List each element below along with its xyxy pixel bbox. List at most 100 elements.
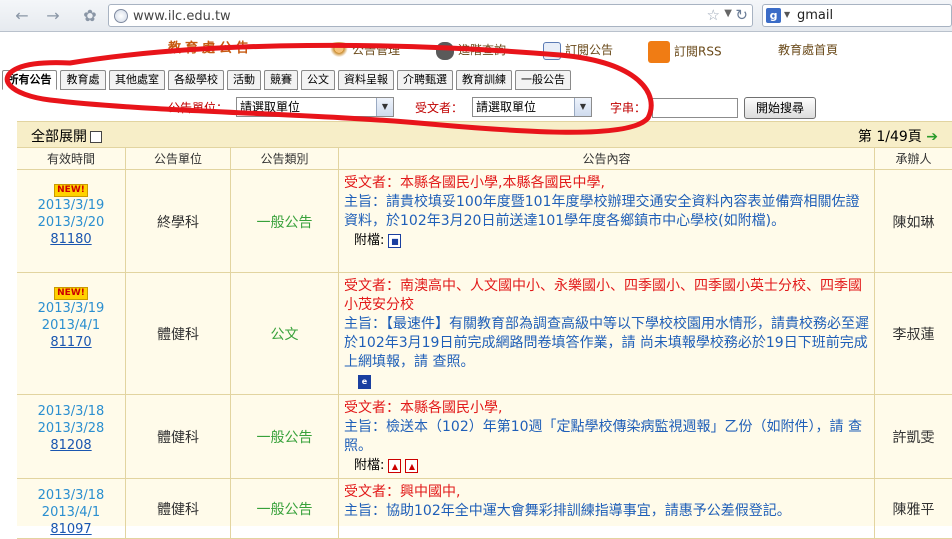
- nav-subscribe[interactable]: 訂閱公告: [543, 41, 613, 60]
- handler-cell: 陳雅平: [892, 502, 935, 518]
- forward-arrow-icon[interactable]: →: [43, 6, 63, 26]
- receiver-text: 受文者：興中國中,: [344, 484, 461, 500]
- announcement-id-link[interactable]: 81170: [50, 335, 91, 350]
- column-content: 公告內容: [339, 148, 875, 170]
- attachment-label: 附檔:: [354, 233, 385, 248]
- expand-all-label: 全部展開: [31, 129, 87, 145]
- category-cell: 公文: [231, 273, 339, 394]
- browser-search-text: gmail: [797, 8, 834, 23]
- search-engine-icon[interactable]: g: [766, 8, 781, 23]
- expand-all-checkbox[interactable]: [90, 131, 102, 143]
- doc-file-icon[interactable]: e: [358, 374, 371, 389]
- column-handler: 承辦人: [895, 152, 932, 166]
- unit-cell: 終學科: [126, 170, 231, 272]
- search-engine-dropdown-icon[interactable]: ▼: [784, 10, 790, 19]
- unit-label: 公告單位：: [168, 101, 229, 115]
- back-arrow-icon[interactable]: ←: [12, 6, 32, 26]
- start-search-button[interactable]: 開始搜尋: [744, 97, 816, 119]
- person-icon: [330, 41, 348, 60]
- globe-icon: [114, 9, 128, 23]
- site-header: 教育處公告 公告管理 進階查詢 訂閱公告 訂閱RSS 教育處首頁: [0, 33, 952, 71]
- tab-schools[interactable]: 各級學校: [168, 70, 224, 90]
- attachments: 附檔: ■: [344, 231, 870, 250]
- tab-data-reports[interactable]: 資料呈報: [338, 70, 394, 90]
- url-text: www.ilc.edu.tw: [133, 9, 231, 24]
- start-date: 2013/3/19: [37, 198, 105, 213]
- content-cell[interactable]: 受文者：本縣各國民小學,本縣各國民中學, 主旨：請貴校填妥100年度暨101年度學…: [339, 170, 875, 272]
- unit-select-value: 請選取單位: [240, 100, 301, 114]
- subject-text[interactable]: 主旨：請貴校填妥100年度暨101年度學校辦理交通安全資料內容表並備齊相關佐證資…: [344, 193, 870, 231]
- tab-education[interactable]: 教育處: [60, 70, 106, 90]
- valid-time-cell: NEW! 2013/3/19 2013/4/1 81170: [17, 273, 126, 394]
- nav-label: 公告管理: [352, 43, 401, 57]
- end-date: 2013/4/1: [41, 505, 101, 520]
- valid-time-cell: 2013/3/18 2013/4/1 81097: [17, 479, 126, 538]
- end-date: 2013/3/20: [37, 215, 105, 230]
- column-headers: 有效時間 公告單位 公告類別 公告內容 承辦人: [17, 148, 952, 170]
- address-bar[interactable]: www.ilc.edu.tw ☆ ▼ ↻: [108, 4, 753, 27]
- receiver-text: 受文者：本縣各國民小學,本縣各國民中學,: [344, 175, 605, 191]
- column-valid-time: 有效時間: [17, 148, 126, 170]
- browser-search-box[interactable]: g ▼ gmail: [762, 4, 952, 27]
- odt-file-icon[interactable]: ■: [388, 233, 402, 248]
- tab-recruitment[interactable]: 介聘甄選: [397, 70, 453, 90]
- unit-cell: 體健科: [126, 479, 231, 538]
- announcement-id-link[interactable]: 81097: [50, 522, 91, 537]
- browser-toolbar: ← → ✿ www.ilc.edu.tw ☆ ▼ ↻ g ▼ gmail: [0, 0, 952, 32]
- expand-all-toggle[interactable]: 全部展開: [31, 126, 102, 146]
- tab-other-offices[interactable]: 其他處室: [109, 70, 165, 90]
- tab-competitions[interactable]: 競賽: [264, 70, 298, 90]
- checklist-icon: [543, 41, 561, 60]
- table-row: NEW! 2013/3/19 2013/4/1 81170 體健科 公文 受文者：南澳高中、…: [17, 273, 952, 395]
- receiver-select[interactable]: 請選取單位 ▼: [472, 97, 592, 117]
- extension-icon[interactable]: ✿: [80, 6, 100, 26]
- attachments: e: [344, 372, 870, 391]
- nav-announcement-admin[interactable]: 公告管理: [330, 41, 400, 60]
- chevron-down-icon: ▼: [376, 98, 393, 116]
- bookmark-star-icon[interactable]: ☆: [707, 6, 720, 24]
- reload-icon[interactable]: ↻: [735, 6, 748, 24]
- nav-education-home[interactable]: 教育處首頁: [778, 41, 838, 58]
- history-dropdown-icon[interactable]: ▼: [724, 8, 732, 19]
- tab-all[interactable]: 所有公告: [2, 70, 57, 90]
- column-category: 公告類別: [231, 148, 339, 170]
- subject-text[interactable]: 主旨：檢送本（102）年第10週「定點學校傳染病監視週報」乙份（如附件），請 查…: [344, 418, 870, 456]
- table-row: NEW! 2013/3/19 2013/3/20 81180 終學科 一般公告 受文者：本縣…: [17, 170, 952, 273]
- new-badge: NEW!: [54, 287, 88, 300]
- announcement-id-link[interactable]: 81180: [50, 232, 91, 247]
- subject-text[interactable]: 主旨：【最速件】有關教育部為調查高級中等以下學校校園用水情形，請貴校務必至遲於1…: [344, 315, 870, 372]
- pdf-file-icon[interactable]: ▲: [388, 458, 402, 473]
- new-badge: NEW!: [54, 184, 88, 197]
- tab-general[interactable]: 一般公告: [515, 70, 571, 90]
- end-date: 2013/3/28: [37, 421, 105, 436]
- announcement-id-link[interactable]: 81208: [50, 438, 91, 453]
- subject-text[interactable]: 主旨：協助102年全中運大會舞彩排訓練指導事宜，請惠予公差假登記。: [344, 502, 870, 521]
- category-cell: 一般公告: [231, 395, 339, 478]
- content-cell[interactable]: 受文者：興中國中, 主旨：協助102年全中運大會舞彩排訓練指導事宜，請惠予公差假登…: [339, 479, 875, 538]
- receiver-label: 受文者：: [415, 101, 464, 115]
- content-cell[interactable]: 受文者：南澳高中、人文國中小、永樂國小、四季國小、四季國小英士分校、四季國小茂安…: [339, 273, 875, 394]
- binoculars-icon: [436, 41, 454, 60]
- tab-training[interactable]: 教育訓練: [456, 70, 512, 90]
- chevron-down-icon: ▼: [574, 98, 591, 116]
- nav-rss[interactable]: 訂閱RSS: [648, 41, 722, 63]
- content-cell[interactable]: 受文者：本縣各國民小學, 主旨：檢送本（102）年第10週「定點學校傳染病監視週報…: [339, 395, 875, 478]
- keyword-input[interactable]: [652, 98, 738, 118]
- column-unit: 公告單位: [126, 148, 231, 170]
- tab-official-docs[interactable]: 公文: [301, 70, 335, 90]
- handler-cell: 陳如琳: [892, 215, 935, 231]
- start-date: 2013/3/18: [37, 488, 105, 503]
- handler-cell: 李叔蓮: [892, 327, 935, 343]
- unit-select[interactable]: 請選取單位 ▼: [236, 97, 394, 117]
- nav-advanced-search[interactable]: 進階查詢: [436, 41, 506, 60]
- receiver-text: 受文者：本縣各國民小學,: [344, 400, 503, 416]
- receiver-text: 受文者：南澳高中、人文國中小、永樂國小、四季國小、四季國小英士分校、四季國小茂安…: [344, 278, 862, 313]
- nav-label: 訂閱公告: [565, 43, 614, 57]
- table-row: 2013/3/18 2013/3/28 81208 體健科 一般公告 受文者：本縣各國民小…: [17, 395, 952, 479]
- handler-cell: 許凱雯: [892, 430, 935, 446]
- pdf-file-icon[interactable]: ▲: [405, 458, 419, 473]
- next-page-arrow-icon[interactable]: ➔: [926, 129, 938, 145]
- page-indicator: 第 1/49頁: [857, 129, 922, 145]
- tab-activities[interactable]: 活動: [227, 70, 261, 90]
- attachments: 附檔: ▲ ▲: [344, 456, 870, 475]
